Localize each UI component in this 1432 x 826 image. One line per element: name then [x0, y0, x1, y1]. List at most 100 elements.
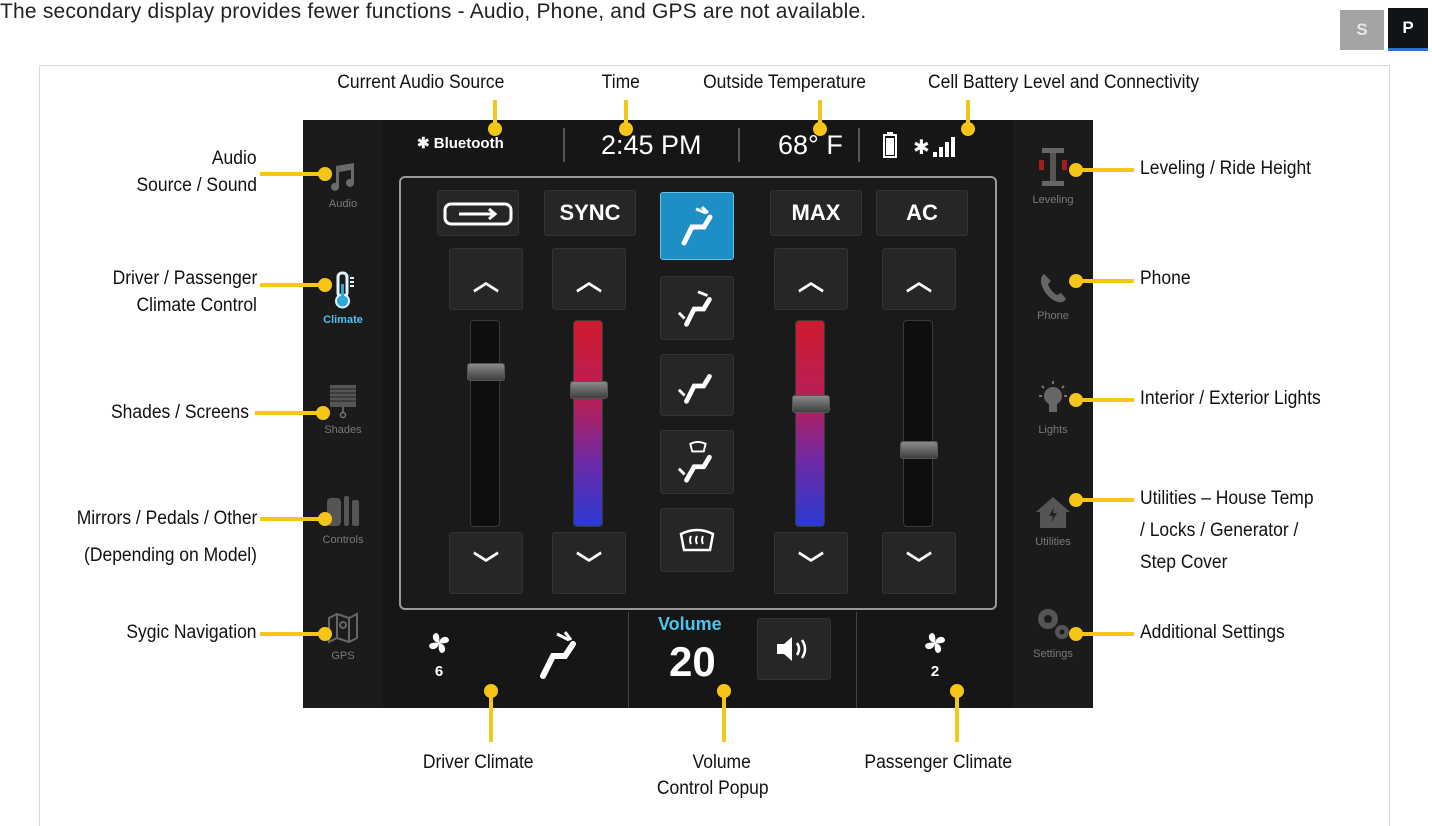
svg-text:✱: ✱ [913, 135, 930, 158]
label-sygic: Sygic Navigation [126, 622, 257, 643]
callout-line [1076, 279, 1134, 283]
nav-audio[interactable]: Audio [303, 160, 383, 210]
slider-knob[interactable] [792, 395, 830, 413]
slider-knob[interactable] [467, 363, 505, 381]
nav-lights[interactable]: Lights [1013, 380, 1093, 436]
label-driver-climate: Driver Climate [422, 752, 534, 773]
vent-floor-defrost-button[interactable] [660, 430, 734, 494]
signal-icon: ✱ [913, 135, 955, 158]
label-shades: Shades / Screens [111, 402, 249, 423]
divider [858, 128, 860, 162]
driver-fan-up-button[interactable]: ︿ [449, 248, 523, 310]
callout-dot [1069, 274, 1083, 288]
driver-temp-up-button[interactable]: ︿ [552, 248, 626, 310]
callout-line [1076, 398, 1134, 402]
passenger-fan-down-button[interactable]: ﹀ [882, 532, 956, 594]
callout-dot [488, 122, 502, 136]
callout-line [1076, 168, 1134, 172]
leveling-icon [1039, 148, 1067, 186]
speaker-icon [777, 637, 807, 661]
right-nav: Leveling Phone Lights Utilities Settings [1013, 120, 1093, 708]
seat-defrost-icon [677, 440, 712, 483]
seat-face-icon [681, 205, 713, 246]
recirculate-button[interactable] [437, 190, 519, 236]
label-outside-temperature: Outside Temperature [703, 72, 866, 93]
vent-floor-button[interactable] [660, 354, 734, 416]
callout-line [1076, 498, 1134, 502]
nav-gps[interactable]: GPS [303, 610, 383, 662]
callout-dot [1069, 627, 1083, 641]
seat-floor-icon [677, 374, 712, 404]
nav-shades[interactable]: Shades [303, 382, 383, 436]
passenger-fan-up-button[interactable]: ︿ [882, 248, 956, 310]
vent-face-floor-button[interactable] [660, 276, 734, 340]
clock: 2:45 PM [601, 130, 702, 160]
callout-line [260, 283, 322, 287]
driver-temp-down-button[interactable]: ﹀ [552, 532, 626, 594]
chevron-up-icon: ︿ [797, 265, 824, 296]
vent-face-button-active[interactable] [660, 192, 734, 260]
seat-face-floor-icon [677, 290, 712, 327]
max-button[interactable]: MAX [770, 190, 862, 236]
driver-fan-slider[interactable] [467, 320, 505, 527]
nav-climate[interactable]: Climate [303, 270, 383, 326]
bulb-icon [1039, 381, 1067, 412]
chevron-down-icon: ﹀ [797, 549, 824, 580]
passenger-fan-slider[interactable] [900, 320, 938, 527]
callout-dot [813, 122, 827, 136]
volume-button[interactable] [757, 618, 831, 680]
callout-line [255, 411, 320, 415]
callout-dot [484, 684, 498, 698]
fan-icon [429, 633, 449, 653]
callout-dot [961, 122, 975, 136]
passenger-temp-slider[interactable] [792, 320, 830, 527]
driver-fan-indicator[interactable]: 6 [421, 630, 457, 680]
label-volume-l1: Volume [692, 752, 751, 773]
fan-icon [925, 633, 945, 653]
callout-dot [1069, 163, 1083, 177]
nav-utilities-label: Utilities [1035, 536, 1071, 548]
driver-fan-down-button[interactable]: ﹀ [449, 532, 523, 594]
passenger-temp-down-button[interactable]: ﹀ [774, 532, 848, 594]
slider-knob[interactable] [900, 441, 938, 459]
nav-leveling[interactable]: Leveling [1013, 146, 1093, 206]
nav-audio-label: Audio [328, 198, 358, 210]
map-icon [328, 612, 358, 644]
defrost-button[interactable] [660, 508, 734, 572]
callout-dot [950, 684, 964, 698]
driver-temp-slider[interactable] [570, 320, 608, 527]
callout-line [260, 632, 322, 636]
label-audio-l2: Source / Sound [136, 175, 257, 196]
ac-button[interactable]: AC [876, 190, 968, 236]
callout-dot [619, 122, 633, 136]
touchscreen: Audio Climate Shades Controls GPS Leveli… [303, 120, 1093, 708]
passenger-temp-up-button[interactable]: ︿ [774, 248, 848, 310]
toggle-p-button[interactable]: P [1388, 8, 1428, 51]
shades-icon [330, 385, 356, 419]
divider [563, 128, 565, 162]
callout-dot [318, 512, 332, 526]
toggle-s-button[interactable]: S [1340, 10, 1384, 50]
bottom-bar: 6 Volume 20 2 [383, 612, 1013, 708]
passenger-fan-speed: 2 [930, 663, 940, 680]
audio-source-indicator[interactable]: ✱ Bluetooth [417, 134, 504, 152]
label-time: Time [601, 72, 640, 93]
divider [738, 128, 740, 162]
nav-climate-label: Climate [323, 314, 363, 326]
passenger-fan-indicator[interactable]: 2 [917, 630, 953, 680]
sync-button[interactable]: SYNC [544, 190, 636, 236]
driver-fan-speed: 6 [434, 663, 444, 680]
recirculate-icon [443, 202, 513, 226]
label-leveling: Leveling / Ride Height [1140, 158, 1312, 179]
volume-value[interactable]: 20 [669, 638, 716, 686]
label-settings: Additional Settings [1140, 622, 1285, 643]
chevron-down-icon: ﹀ [472, 549, 499, 580]
callout-line [1076, 632, 1134, 636]
defrost-icon [679, 528, 715, 552]
audio-source-text: Bluetooth [433, 135, 504, 152]
chevron-up-icon: ︿ [575, 265, 602, 296]
slider-knob[interactable] [570, 381, 608, 399]
label-climate-l1: Driver / Passenger [112, 268, 257, 289]
phone-icon [1040, 274, 1066, 303]
chevron-up-icon: ︿ [905, 265, 932, 296]
